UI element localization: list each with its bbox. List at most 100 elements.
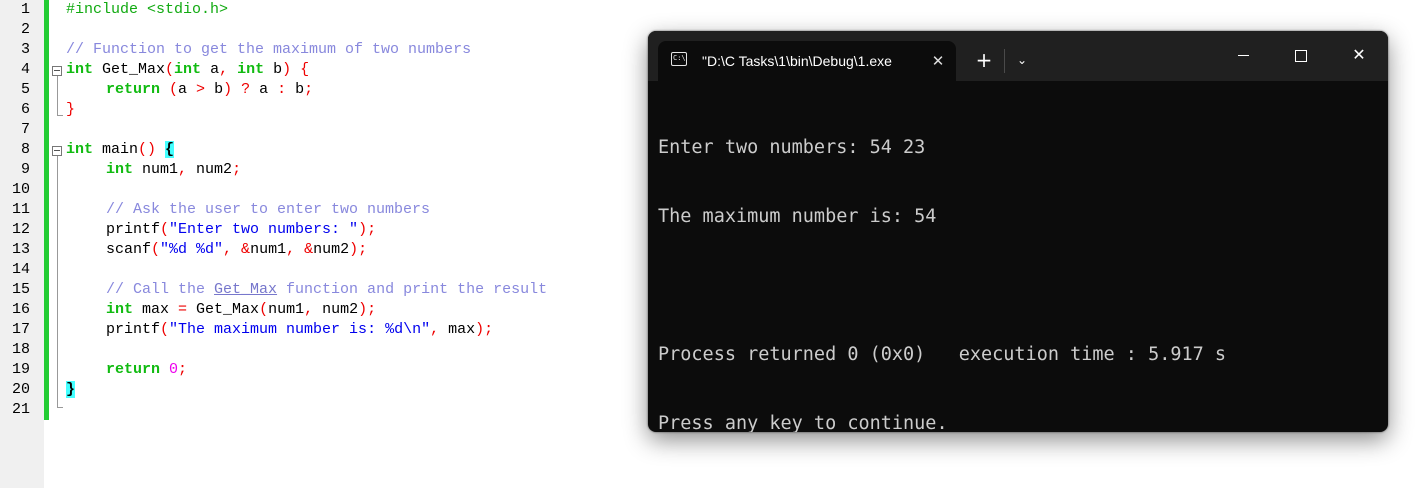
line-number: 12 xyxy=(11,221,30,238)
punctuation: ); xyxy=(475,321,494,338)
function-call: scanf xyxy=(106,241,152,258)
keyword: int xyxy=(174,61,202,78)
identifier: b xyxy=(214,81,224,98)
identifier: num1 xyxy=(268,301,305,318)
operator: : xyxy=(268,81,296,98)
code-line: scanf("%d %d", &num1, &num2); xyxy=(106,240,367,260)
line-number: 5 xyxy=(20,81,30,98)
line-number: 2 xyxy=(20,21,30,38)
line-number: 13 xyxy=(11,241,30,258)
keyword: int xyxy=(228,61,265,78)
code-line: // Function to get the maximum of two nu… xyxy=(66,40,471,60)
punctuation: ; xyxy=(304,81,314,98)
string-literal: "The maximum number is: %d\n" xyxy=(169,321,431,338)
identifier: num2 xyxy=(187,161,233,178)
code-line: // Ask the user to enter two numbers xyxy=(106,200,430,220)
preprocessor-directive: #include <stdio.h> xyxy=(66,1,229,18)
punctuation: ( xyxy=(160,81,179,98)
matched-brace: } xyxy=(66,381,76,398)
punctuation: ); xyxy=(358,301,377,318)
tab-title: "D:\C Tasks\1\bin\Debug\1.exe xyxy=(702,53,892,69)
window-titlebar[interactable]: C:\ "D:\C Tasks\1\bin\Debug\1.exe ✕ + ⌄ … xyxy=(648,31,1388,81)
fold-guide xyxy=(57,76,58,115)
line-number: 1 xyxy=(20,1,30,18)
line-number: 15 xyxy=(11,281,30,298)
console-window[interactable]: C:\ "D:\C Tasks\1\bin\Debug\1.exe ✕ + ⌄ … xyxy=(648,31,1388,432)
new-tab-button[interactable]: + xyxy=(970,46,998,74)
punctuation: , xyxy=(178,161,188,178)
punctuation: ); xyxy=(358,221,377,238)
minimize-icon xyxy=(1237,55,1249,56)
line-number: 4 xyxy=(20,61,30,78)
minimize-button[interactable] xyxy=(1214,31,1272,81)
identifier: a xyxy=(259,81,269,98)
line-number: 11 xyxy=(11,201,30,218)
punctuation: ; xyxy=(232,161,242,178)
close-window-button[interactable]: ✕ xyxy=(1330,31,1388,81)
line-number: 10 xyxy=(11,181,30,198)
maximize-icon xyxy=(1295,49,1307,62)
line-number: 9 xyxy=(20,161,30,178)
code-line: int Get_Max(int a, int b) { xyxy=(66,60,309,80)
code-line: int main() { xyxy=(66,140,175,160)
string-literal: "%d %d" xyxy=(160,241,224,258)
code-line: printf("The maximum number is: %d\n", ma… xyxy=(106,320,493,340)
function-call: Get_Max xyxy=(187,301,260,318)
terminal-line: Process returned 0 (0x0) execution time … xyxy=(658,344,1227,365)
operator: ) ? xyxy=(223,81,260,98)
identifier: num2 xyxy=(313,301,359,318)
fold-end-marker xyxy=(57,407,63,408)
function-name: main xyxy=(93,141,139,158)
line-number: 8 xyxy=(20,141,30,158)
identifier: num2 xyxy=(313,241,350,258)
identifier: max xyxy=(133,301,179,318)
punctuation: , xyxy=(304,301,314,318)
identifier: num1 xyxy=(250,241,287,258)
punctuation: ( xyxy=(151,241,161,258)
identifier: b xyxy=(264,61,283,78)
terminal-line: Press any key to continue. xyxy=(658,413,948,432)
line-number: 19 xyxy=(11,361,30,378)
punctuation: ( xyxy=(259,301,269,318)
identifier: a xyxy=(178,81,188,98)
identifier: a xyxy=(201,61,220,78)
punctuation: ); xyxy=(349,241,368,258)
line-number: 17 xyxy=(11,321,30,338)
line-number: 18 xyxy=(11,341,30,358)
code-line: int num1, num2; xyxy=(106,160,241,180)
line-number-gutter: 1 2 3 4 5 6 7 8 9 10 11 12 13 14 15 16 1… xyxy=(0,0,44,488)
code-line: printf("Enter two numbers: "); xyxy=(106,220,376,240)
keyword: int xyxy=(106,161,134,178)
code-line: #include <stdio.h> xyxy=(66,0,228,20)
tab-dropdown-button[interactable]: ⌄ xyxy=(1010,48,1034,72)
punctuation: , xyxy=(430,321,440,338)
keyword: int xyxy=(66,61,94,78)
code-comment: // Ask the user to enter two numbers xyxy=(106,201,431,218)
terminal-tab[interactable]: C:\ "D:\C Tasks\1\bin\Debug\1.exe ✕ xyxy=(658,41,956,81)
fold-end-marker xyxy=(57,115,63,116)
fold-toggle-icon[interactable] xyxy=(52,66,62,76)
terminal-output[interactable]: Enter two numbers: 54 23 The maximum num… xyxy=(658,90,1378,432)
identifier: num1 xyxy=(133,161,179,178)
function-call: printf xyxy=(106,221,161,238)
punctuation: ( xyxy=(160,221,170,238)
code-comment: // Call the xyxy=(106,281,215,298)
punctuation: ( xyxy=(160,321,170,338)
punctuation: } xyxy=(66,101,76,118)
code-line: } xyxy=(66,380,76,400)
code-line: int max = Get_Max(num1, num2); xyxy=(106,300,376,320)
fold-toggle-icon[interactable] xyxy=(52,146,62,156)
line-number: 14 xyxy=(11,261,30,278)
code-comment-function-ref: Get_Max xyxy=(214,281,278,298)
punctuation: ; xyxy=(178,361,188,378)
maximize-button[interactable] xyxy=(1272,31,1330,81)
operator: , & xyxy=(223,241,251,258)
operator: = xyxy=(178,301,188,318)
code-line: return (a > b) ? a : b; xyxy=(106,80,313,100)
number-literal: 0 xyxy=(160,361,179,378)
line-number: 6 xyxy=(20,101,30,118)
divider xyxy=(1004,49,1005,73)
close-tab-button[interactable]: ✕ xyxy=(928,51,948,71)
code-comment: // Function to get the maximum of two nu… xyxy=(66,41,472,58)
